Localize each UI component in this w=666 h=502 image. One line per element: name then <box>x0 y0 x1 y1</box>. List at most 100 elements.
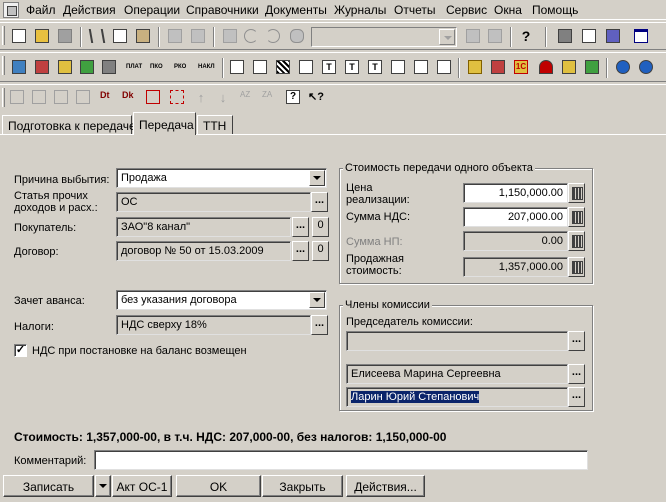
globe-icon-2[interactable] <box>637 58 655 76</box>
vat-calculator-icon[interactable] <box>568 207 585 227</box>
member2-select-button[interactable]: ... <box>568 387 585 407</box>
tool-icon-1[interactable] <box>466 58 484 76</box>
insert-icon[interactable] <box>168 88 186 106</box>
payment-order-icon[interactable]: ПЛАТ <box>124 58 146 76</box>
report-t-icon-1[interactable]: T <box>320 58 338 76</box>
tab-ttn[interactable]: ТТН <box>197 115 233 134</box>
edit-row-icon[interactable] <box>52 88 70 106</box>
menu-file[interactable]: Файл <box>26 3 56 17</box>
calculator-icon[interactable] <box>556 27 574 45</box>
article-select-button[interactable]: ... <box>311 192 328 212</box>
search-combo-dropdown-icon[interactable] <box>439 29 455 45</box>
buyer-clear-button[interactable]: 0 <box>312 217 329 237</box>
dt-kt-icon[interactable]: Dt <box>98 88 116 106</box>
report-icon-5[interactable] <box>389 58 407 76</box>
close-button[interactable]: Закрыть <box>262 475 343 497</box>
report-t-icon-2[interactable]: T <box>343 58 361 76</box>
help-question-icon[interactable]: ? <box>517 27 535 45</box>
add-copy-icon[interactable] <box>30 88 48 106</box>
contract-select-button[interactable]: ... <box>292 241 309 261</box>
documents-journal-icon[interactable] <box>56 58 74 76</box>
context-help-icon[interactable]: ↖? <box>306 88 324 106</box>
report-chart-icon[interactable] <box>435 58 453 76</box>
cash-receipt-icon[interactable]: ПКО <box>148 58 170 76</box>
sale-cost-field[interactable]: 1,357,000.00 <box>463 257 568 277</box>
invoice-icon[interactable]: НАКЛ <box>196 58 218 76</box>
comment-input[interactable] <box>94 450 588 470</box>
menu-windows[interactable]: Окна <box>494 3 522 17</box>
add-row-icon[interactable] <box>8 88 26 106</box>
mark-icon[interactable] <box>144 88 162 106</box>
np-amount-field[interactable]: 0.00 <box>463 231 568 251</box>
tool-icon-4[interactable] <box>583 58 601 76</box>
chair-select-button[interactable]: ... <box>568 331 585 351</box>
taxes-field[interactable]: НДС сверху 18% <box>116 315 311 335</box>
np-calculator-icon[interactable] <box>568 231 585 251</box>
tool-icon-3[interactable] <box>560 58 578 76</box>
ok-button[interactable]: OK <box>176 475 261 497</box>
properties-icon[interactable] <box>221 27 239 45</box>
price-field[interactable]: 1,150,000.00 <box>463 183 568 203</box>
member1-field[interactable]: Елисеева Марина Сергеевна <box>346 364 568 384</box>
report-icon-1[interactable] <box>228 58 246 76</box>
print-icon[interactable] <box>166 27 184 45</box>
menu-documents[interactable]: Документы <box>265 3 327 17</box>
chair-field[interactable] <box>346 331 568 351</box>
contract-field[interactable]: договор № 50 от 15.03.2009 <box>116 241 291 261</box>
taxes-select-button[interactable]: ... <box>311 315 328 335</box>
transactions-icon[interactable] <box>78 58 96 76</box>
globe-icon[interactable] <box>614 58 632 76</box>
sort-desc-icon[interactable]: ZA <box>260 88 278 106</box>
find-binoculars-icon[interactable] <box>288 27 306 45</box>
new-document-icon[interactable] <box>10 27 28 45</box>
menu-operations[interactable]: Операции <box>124 3 180 17</box>
open-folder-icon[interactable] <box>33 27 51 45</box>
cut-icon[interactable] <box>88 27 106 45</box>
menu-reports[interactable]: Отчеты <box>394 3 435 17</box>
operations-journal-icon[interactable] <box>33 58 51 76</box>
tab-preparation[interactable]: Подготовка к передаче <box>2 115 136 134</box>
chart-of-accounts-icon[interactable] <box>10 58 28 76</box>
move-up-icon[interactable]: ↑ <box>192 88 210 106</box>
find-next-icon[interactable] <box>464 27 482 45</box>
vat-amount-field[interactable]: 207,000.00 <box>463 207 568 227</box>
paste-icon[interactable] <box>134 27 152 45</box>
report-icon-2[interactable] <box>251 58 269 76</box>
member2-field[interactable]: Ларин Юрий Степанович <box>346 387 568 407</box>
chevron-down-icon[interactable] <box>309 170 325 186</box>
window-icon[interactable] <box>632 27 650 45</box>
menu-references[interactable]: Справочники <box>186 3 259 17</box>
buyer-field[interactable]: ЗАО"8 канал" <box>116 217 291 237</box>
contract-clear-button[interactable]: 0 <box>312 241 329 261</box>
find-replace-icon[interactable] <box>486 27 504 45</box>
record-button[interactable]: Записать <box>3 475 94 497</box>
menu-help[interactable]: Помощь <box>532 3 578 17</box>
print-preview-icon[interactable] <box>189 27 207 45</box>
move-down-icon[interactable]: ↓ <box>214 88 232 106</box>
tab-transfer[interactable]: Передача <box>133 112 196 135</box>
actions-button[interactable]: Действия... <box>346 475 425 497</box>
report-t-icon-3[interactable]: T <box>366 58 384 76</box>
delete-row-icon[interactable] <box>74 88 92 106</box>
copy-icon[interactable] <box>111 27 129 45</box>
save-disk-icon[interactable] <box>56 27 74 45</box>
dk-icon[interactable]: Dk <box>120 88 138 106</box>
tool-icon-2[interactable] <box>489 58 507 76</box>
1c-icon[interactable]: 1С <box>512 58 530 76</box>
price-calculator-icon[interactable] <box>568 183 585 203</box>
vat-checkbox[interactable]: ✓ <box>14 344 27 357</box>
menu-service[interactable]: Сервис <box>446 3 487 17</box>
chevron-down-icon[interactable] <box>309 292 325 308</box>
act-os1-button[interactable]: Акт ОС-1 <box>112 475 172 497</box>
search-combo[interactable] <box>311 27 457 47</box>
book-icon[interactable] <box>604 27 622 45</box>
calendar-icon[interactable] <box>580 27 598 45</box>
window-system-icon[interactable] <box>3 2 19 18</box>
cash-expense-icon[interactable]: РКО <box>172 58 194 76</box>
menu-actions[interactable]: Действия <box>63 3 116 17</box>
advance-select[interactable]: без указания договора <box>116 290 327 310</box>
reason-select[interactable]: Продажа <box>116 168 327 188</box>
redo-icon[interactable] <box>264 27 282 45</box>
sort-asc-icon[interactable]: AZ <box>238 88 256 106</box>
undo-icon[interactable] <box>242 27 260 45</box>
